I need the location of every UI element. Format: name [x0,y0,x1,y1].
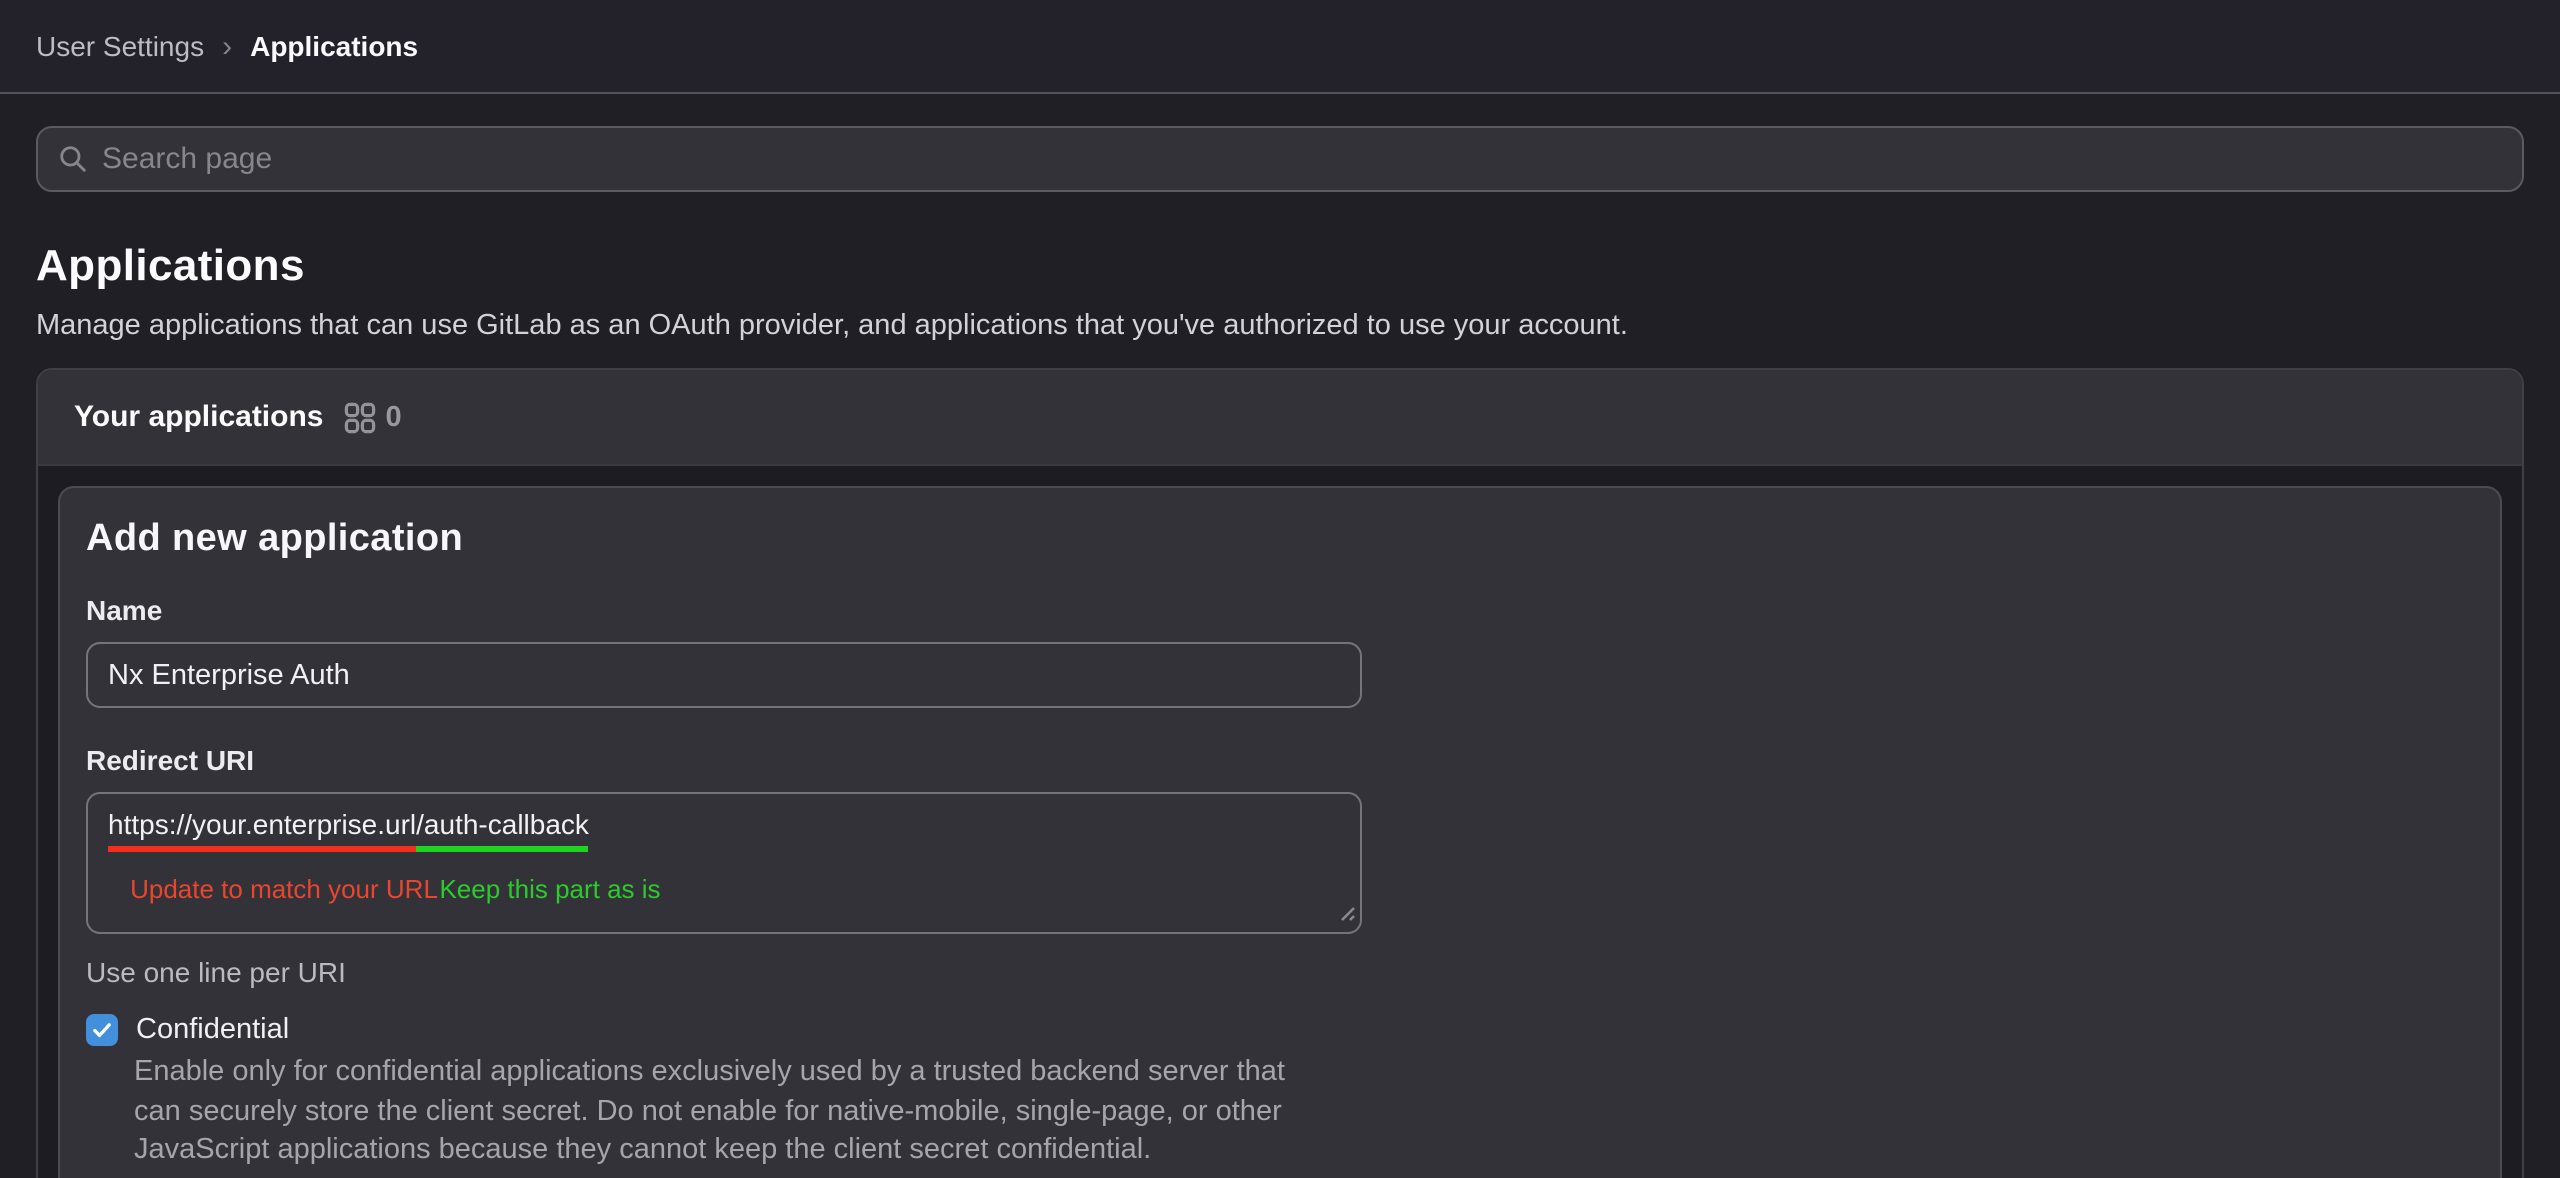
annotation-update-url: Update to match your URL [130,874,438,904]
name-field-group: Name [86,594,2474,708]
uri-host-segment: https://your.enterprise.url [108,808,416,852]
breadcrumb-user-settings[interactable]: User Settings [36,30,204,62]
breadcrumb: User Settings › Applications [36,30,418,62]
search-input[interactable] [102,142,2502,176]
add-application-title: Add new application [86,518,2474,562]
page-description: Manage applications that can use GitLab … [36,310,2524,342]
panel-title: Your applications [74,400,324,434]
redirect-uri-label: Redirect URI [86,744,2474,776]
breadcrumb-bar: User Settings › Applications [0,0,2560,94]
page-title: Applications [36,240,2524,292]
uri-path-segment: /auth-callback [416,808,589,852]
redirect-uri-textarea[interactable]: https://your.enterprise.url/auth-callbac… [86,792,1362,934]
page-root: User Settings › Applications Application… [0,0,2560,1178]
panel-body: Add new application Name Redirect URI ht… [38,466,2522,1178]
chevron-right-icon: › [222,30,232,62]
resize-handle-icon[interactable] [1334,896,1356,928]
add-application-card: Add new application Name Redirect URI ht… [58,486,2502,1178]
confidential-label[interactable]: Confidential [136,1014,289,1046]
search-bar[interactable] [36,126,2524,192]
name-label: Name [86,594,2474,626]
annotation-keep-part: Keep this part as is [439,874,660,904]
name-input[interactable] [86,642,1362,708]
confidential-row: Confidential [86,1014,2474,1046]
applications-count: 0 [386,401,402,433]
applications-grid-icon [344,401,376,433]
search-icon [58,144,88,174]
redirect-uri-value: https://your.enterprise.url/auth-callbac… [108,808,1340,852]
redirect-uri-group: Redirect URI https://your.enterprise.url… [86,744,2474,988]
page-content: Applications Manage applications that ca… [0,126,2560,1178]
confidential-checkbox[interactable] [86,1014,118,1046]
redirect-uri-help: Use one line per URI [86,956,2474,988]
breadcrumb-applications: Applications [250,30,418,62]
confidential-help: Enable only for confidential application… [134,1054,1358,1171]
your-applications-header: Your applications 0 [38,370,2522,466]
your-applications-panel: Your applications 0 Add new application … [36,368,2524,1178]
